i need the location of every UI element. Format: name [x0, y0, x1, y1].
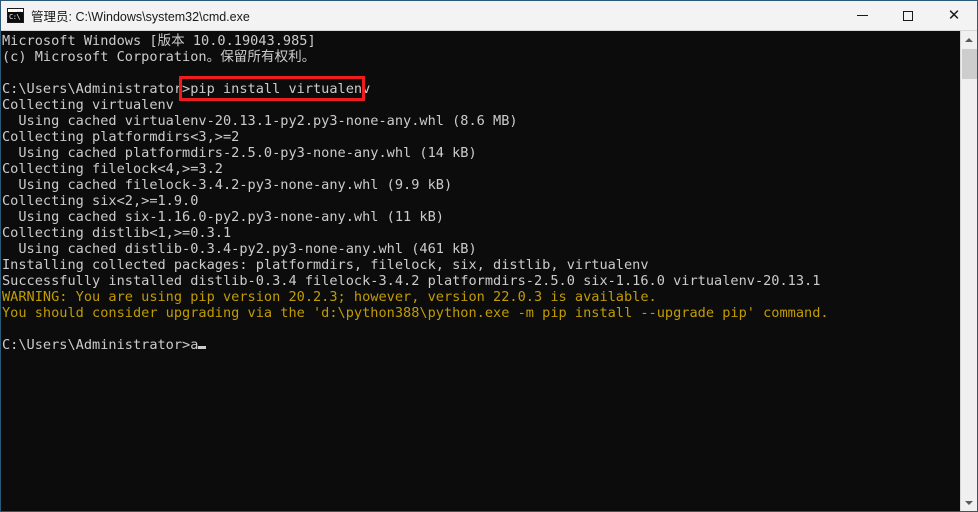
minimize-button[interactable]	[839, 1, 885, 31]
maximize-button[interactable]	[885, 1, 931, 31]
cmd-console-icon: ··· C:\	[7, 8, 24, 23]
window-controls: ✕	[839, 1, 977, 31]
icon-prompt-text: C:\	[8, 12, 23, 22]
minimize-icon	[856, 15, 868, 16]
terminal-line: Using cached filelock-3.4.2-py3-none-any…	[2, 177, 453, 193]
chevron-down-icon	[965, 500, 973, 505]
terminal-line: (c) Microsoft Corporation。保留所有权利。	[2, 49, 316, 65]
close-icon: ✕	[947, 7, 961, 24]
prompt-text: C:\Users\Administrator>a	[2, 337, 199, 353]
terminal-line: Microsoft Windows [版本 10.0.19043.985]	[2, 33, 316, 49]
text-cursor	[198, 346, 207, 349]
terminal-line: Using cached virtualenv-20.13.1-py2.py3-…	[2, 113, 518, 129]
chevron-up-icon	[965, 37, 973, 42]
scrollbar-thumb[interactable]	[962, 49, 977, 79]
terminal-active-prompt-line[interactable]: C:\Users\Administrator>a	[2, 337, 960, 353]
terminal-line: Collecting platformdirs<3,>=2	[2, 129, 240, 145]
terminal-output-area[interactable]: Microsoft Windows [版本 10.0.19043.985] (c)…	[1, 31, 960, 511]
terminal-line: Collecting virtualenv	[2, 97, 174, 113]
terminal-line: C:\Users\Administrator>pip install virtu…	[2, 81, 371, 97]
maximize-icon	[903, 10, 913, 21]
terminal-line: Collecting filelock<4,>=3.2	[2, 161, 223, 177]
terminal-line: You should consider upgrading via the 'd…	[2, 305, 829, 321]
terminal-line: Collecting six<2,>=1.9.0	[2, 193, 199, 209]
terminal-line: WARNING: You are using pip version 20.2.…	[2, 289, 657, 305]
title-bar[interactable]: ··· C:\ 管理员: C:\Windows\system32\cmd.exe…	[1, 1, 977, 31]
vertical-scrollbar[interactable]	[960, 31, 977, 511]
terminal-line: Using cached distlib-0.3.4-py2.py3-none-…	[2, 241, 477, 257]
scroll-up-arrow-icon[interactable]	[961, 31, 977, 48]
terminal-lines: Microsoft Windows [版本 10.0.19043.985] (c)…	[2, 33, 960, 353]
terminal-line: Successfully installed distlib-0.3.4 fil…	[2, 273, 821, 289]
window-title: 管理员: C:\Windows\system32\cmd.exe	[31, 10, 250, 24]
terminal-line: Using cached platformdirs-2.5.0-py3-none…	[2, 145, 477, 161]
close-button[interactable]: ✕	[931, 1, 977, 31]
scroll-down-arrow-icon[interactable]	[961, 494, 977, 511]
terminal-line: Using cached six-1.16.0-py2.py3-none-any…	[2, 209, 444, 225]
terminal-line: Installing collected packages: platformd…	[2, 257, 649, 273]
cmd-window: ··· C:\ 管理员: C:\Windows\system32\cmd.exe…	[0, 0, 978, 512]
scrollbar-track[interactable]	[961, 48, 977, 494]
title-bar-left: ··· C:\ 管理员: C:\Windows\system32\cmd.exe	[1, 6, 839, 25]
terminal-line: Collecting distlib<1,>=0.3.1	[2, 225, 232, 241]
